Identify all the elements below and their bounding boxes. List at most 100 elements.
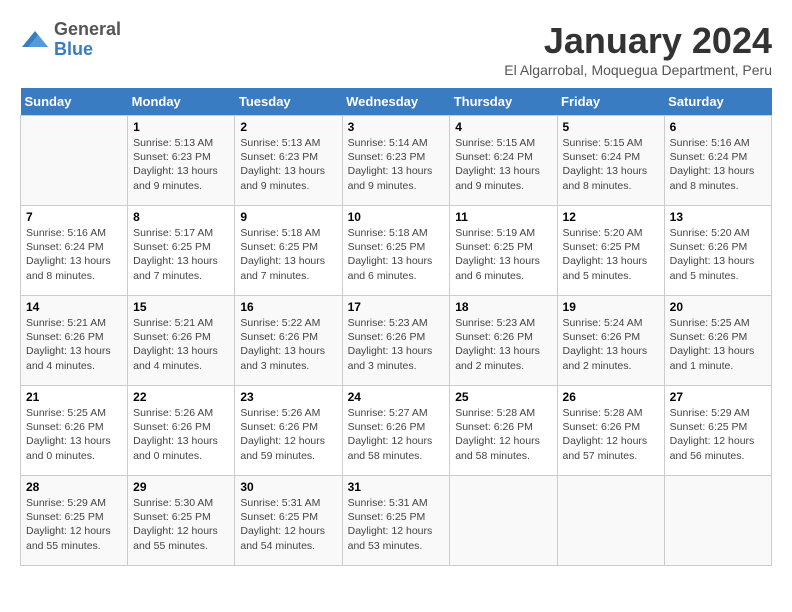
day-cell: 11 Sunrise: 5:19 AMSunset: 6:25 PMDayligh…	[450, 206, 557, 296]
title-section: January 2024 El Algarrobal, Moquegua Dep…	[504, 20, 772, 78]
day-info: Sunrise: 5:18 AMSunset: 6:25 PMDaylight:…	[348, 226, 445, 283]
day-header-friday: Friday	[557, 88, 664, 116]
day-cell: 9Sunrise: 5:18 AMSunset: 6:25 PMDaylight…	[235, 206, 342, 296]
day-cell: 18 Sunrise: 5:23 AMSunset: 6:26 PMDayligh…	[450, 296, 557, 386]
day-number: 1	[133, 120, 229, 134]
day-info: Sunrise: 5:29 AMSunset: 6:25 PMDaylight:…	[26, 496, 122, 553]
logo-general: General	[54, 20, 121, 40]
day-info: Sunrise: 5:23 AMSunset: 6:26 PMDaylight:…	[455, 316, 551, 373]
day-cell: 21 Sunrise: 5:25 AMSunset: 6:26 PMDayligh…	[21, 386, 128, 476]
day-cell: 23 Sunrise: 5:26 AMSunset: 6:26 PMDayligh…	[235, 386, 342, 476]
day-number: 19	[563, 300, 659, 314]
day-number: 15	[133, 300, 229, 314]
day-cell: 31 Sunrise: 5:31 AMSunset: 6:25 PMDayligh…	[342, 476, 450, 566]
day-cell: 8Sunrise: 5:17 AMSunset: 6:25 PMDaylight…	[128, 206, 235, 296]
day-cell: 13 Sunrise: 5:20 AMSunset: 6:26 PMDayligh…	[664, 206, 771, 296]
day-header-saturday: Saturday	[664, 88, 771, 116]
day-number: 17	[348, 300, 445, 314]
day-info: Sunrise: 5:28 AMSunset: 6:26 PMDaylight:…	[563, 406, 659, 463]
day-cell: 5 Sunrise: 5:15 AMSunset: 6:24 PMDaylight…	[557, 116, 664, 206]
day-cell: 29Sunrise: 5:30 AMSunset: 6:25 PMDayligh…	[128, 476, 235, 566]
day-cell: 27 Sunrise: 5:29 AMSunset: 6:25 PMDayligh…	[664, 386, 771, 476]
day-cell: 2Sunrise: 5:13 AMSunset: 6:23 PMDaylight…	[235, 116, 342, 206]
day-info: Sunrise: 5:24 AMSunset: 6:26 PMDaylight:…	[563, 316, 659, 373]
day-info: Sunrise: 5:23 AMSunset: 6:26 PMDaylight:…	[348, 316, 445, 373]
day-cell: 24Sunrise: 5:27 AMSunset: 6:26 PMDayligh…	[342, 386, 450, 476]
day-info: Sunrise: 5:28 AMSunset: 6:26 PMDaylight:…	[455, 406, 551, 463]
day-info: Sunrise: 5:16 AMSunset: 6:24 PMDaylight:…	[26, 226, 122, 283]
day-cell: 15 Sunrise: 5:21 AMSunset: 6:26 PMDayligh…	[128, 296, 235, 386]
day-header-thursday: Thursday	[450, 88, 557, 116]
day-info: Sunrise: 5:25 AMSunset: 6:26 PMDaylight:…	[670, 316, 766, 373]
day-cell: 30 Sunrise: 5:31 AMSunset: 6:25 PMDayligh…	[235, 476, 342, 566]
day-cell: 22Sunrise: 5:26 AMSunset: 6:26 PMDayligh…	[128, 386, 235, 476]
day-info: Sunrise: 5:20 AMSunset: 6:25 PMDaylight:…	[563, 226, 659, 283]
week-row-1: 1 Sunrise: 5:13 AMSunset: 6:23 PMDaylight…	[21, 116, 772, 206]
day-number: 10	[348, 210, 445, 224]
day-number: 26	[563, 390, 659, 404]
day-header-wednesday: Wednesday	[342, 88, 450, 116]
day-cell: 19 Sunrise: 5:24 AMSunset: 6:26 PMDayligh…	[557, 296, 664, 386]
logo: General Blue	[20, 20, 121, 60]
day-number: 11	[455, 210, 551, 224]
day-info: Sunrise: 5:16 AMSunset: 6:24 PMDaylight:…	[670, 136, 766, 193]
day-number: 13	[670, 210, 766, 224]
day-info: Sunrise: 5:26 AMSunset: 6:26 PMDaylight:…	[240, 406, 336, 463]
day-info: Sunrise: 5:29 AMSunset: 6:25 PMDaylight:…	[670, 406, 766, 463]
logo-text: General Blue	[54, 20, 121, 60]
day-info: Sunrise: 5:15 AMSunset: 6:24 PMDaylight:…	[455, 136, 551, 193]
day-cell: 4Sunrise: 5:15 AMSunset: 6:24 PMDaylight…	[450, 116, 557, 206]
day-number: 24	[348, 390, 445, 404]
day-cell	[21, 116, 128, 206]
day-number: 7	[26, 210, 122, 224]
day-cell: 20Sunrise: 5:25 AMSunset: 6:26 PMDayligh…	[664, 296, 771, 386]
day-cell	[557, 476, 664, 566]
calendar-table: SundayMondayTuesdayWednesdayThursdayFrid…	[20, 88, 772, 566]
day-cell	[450, 476, 557, 566]
day-header-monday: Monday	[128, 88, 235, 116]
day-cell: 14 Sunrise: 5:21 AMSunset: 6:26 PMDayligh…	[21, 296, 128, 386]
day-info: Sunrise: 5:14 AMSunset: 6:23 PMDaylight:…	[348, 136, 445, 193]
day-number: 21	[26, 390, 122, 404]
logo-blue: Blue	[54, 40, 121, 60]
logo-icon	[20, 25, 50, 55]
day-info: Sunrise: 5:18 AMSunset: 6:25 PMDaylight:…	[240, 226, 336, 283]
week-row-5: 28 Sunrise: 5:29 AMSunset: 6:25 PMDayligh…	[21, 476, 772, 566]
day-number: 14	[26, 300, 122, 314]
day-cell: 6Sunrise: 5:16 AMSunset: 6:24 PMDaylight…	[664, 116, 771, 206]
day-header-tuesday: Tuesday	[235, 88, 342, 116]
day-info: Sunrise: 5:19 AMSunset: 6:25 PMDaylight:…	[455, 226, 551, 283]
day-number: 30	[240, 480, 336, 494]
day-cell: 17 Sunrise: 5:23 AMSunset: 6:26 PMDayligh…	[342, 296, 450, 386]
day-number: 5	[563, 120, 659, 134]
day-number: 31	[348, 480, 445, 494]
day-info: Sunrise: 5:25 AMSunset: 6:26 PMDaylight:…	[26, 406, 122, 463]
day-header-sunday: Sunday	[21, 88, 128, 116]
day-number: 22	[133, 390, 229, 404]
day-info: Sunrise: 5:13 AMSunset: 6:23 PMDaylight:…	[133, 136, 229, 193]
day-number: 12	[563, 210, 659, 224]
day-cell: 26 Sunrise: 5:28 AMSunset: 6:26 PMDayligh…	[557, 386, 664, 476]
day-cell: 3 Sunrise: 5:14 AMSunset: 6:23 PMDaylight…	[342, 116, 450, 206]
day-cell: 28 Sunrise: 5:29 AMSunset: 6:25 PMDayligh…	[21, 476, 128, 566]
day-number: 3	[348, 120, 445, 134]
calendar-title: January 2024	[504, 20, 772, 62]
day-info: Sunrise: 5:31 AMSunset: 6:25 PMDaylight:…	[348, 496, 445, 553]
day-number: 27	[670, 390, 766, 404]
day-info: Sunrise: 5:21 AMSunset: 6:26 PMDaylight:…	[133, 316, 229, 373]
day-number: 28	[26, 480, 122, 494]
day-cell: 12 Sunrise: 5:20 AMSunset: 6:25 PMDayligh…	[557, 206, 664, 296]
day-number: 2	[240, 120, 336, 134]
day-number: 16	[240, 300, 336, 314]
day-number: 23	[240, 390, 336, 404]
day-info: Sunrise: 5:20 AMSunset: 6:26 PMDaylight:…	[670, 226, 766, 283]
day-cell	[664, 476, 771, 566]
day-number: 18	[455, 300, 551, 314]
day-info: Sunrise: 5:17 AMSunset: 6:25 PMDaylight:…	[133, 226, 229, 283]
day-info: Sunrise: 5:22 AMSunset: 6:26 PMDaylight:…	[240, 316, 336, 373]
day-info: Sunrise: 5:31 AMSunset: 6:25 PMDaylight:…	[240, 496, 336, 553]
day-info: Sunrise: 5:15 AMSunset: 6:24 PMDaylight:…	[563, 136, 659, 193]
day-info: Sunrise: 5:21 AMSunset: 6:26 PMDaylight:…	[26, 316, 122, 373]
week-row-3: 14 Sunrise: 5:21 AMSunset: 6:26 PMDayligh…	[21, 296, 772, 386]
day-number: 25	[455, 390, 551, 404]
